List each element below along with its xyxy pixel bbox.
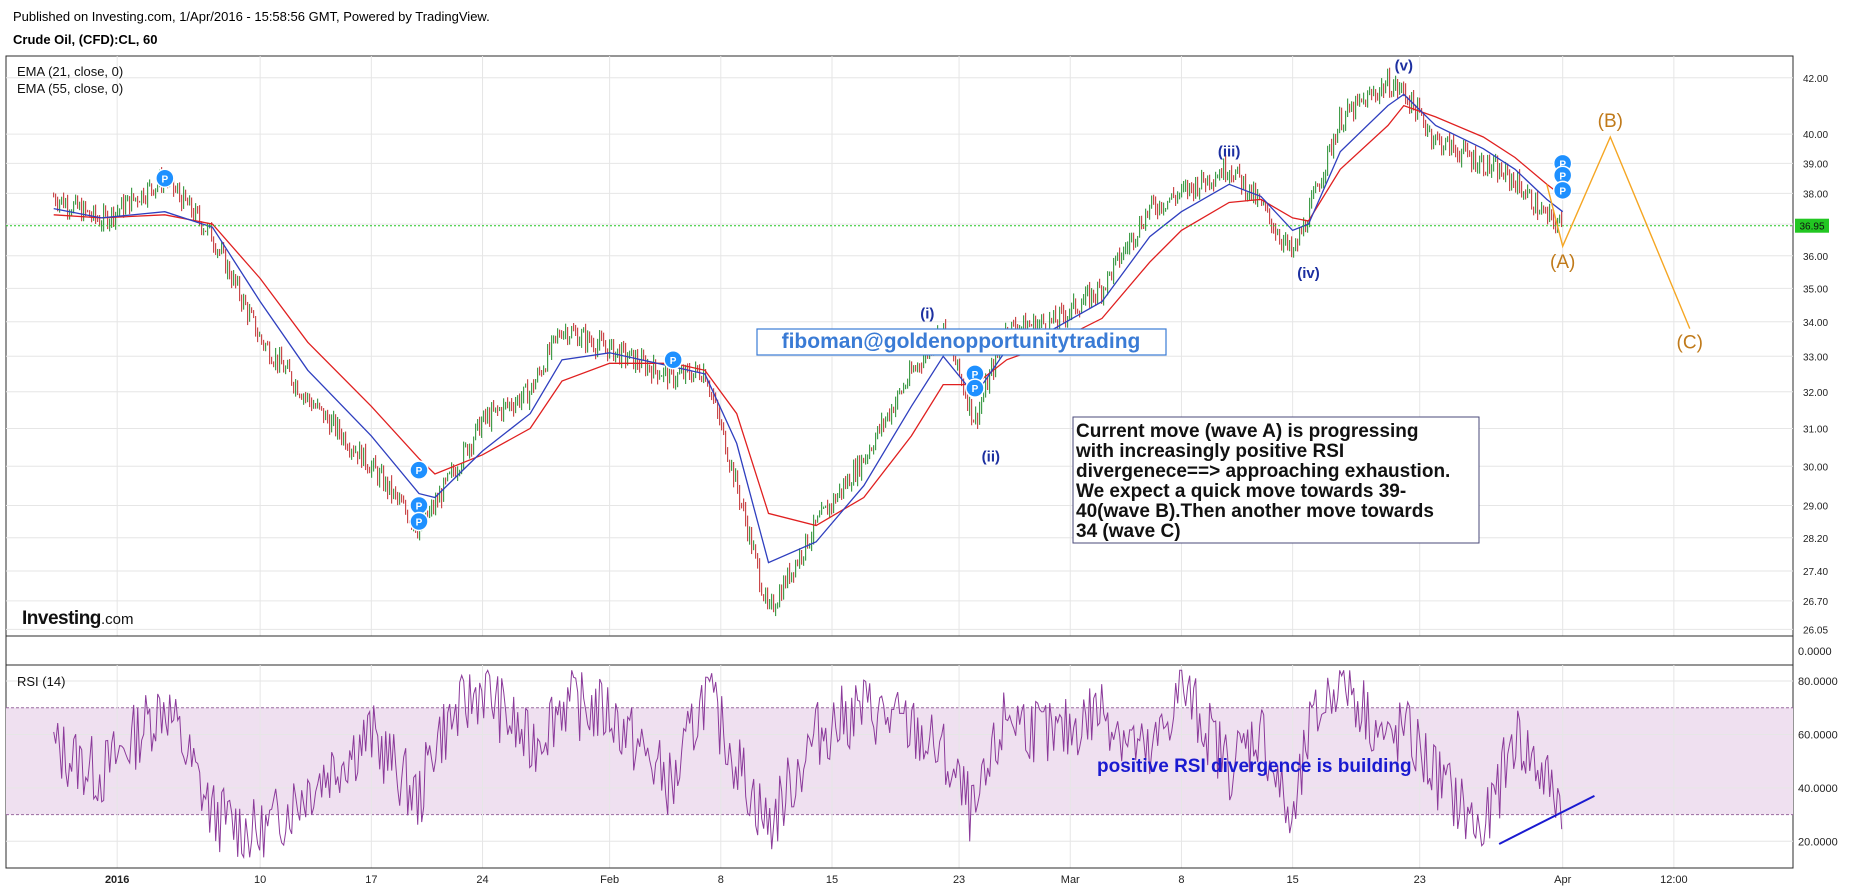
pivot-marker-icon[interactable]: P — [409, 460, 429, 480]
wave-label: (iii) — [1218, 143, 1241, 160]
commentary-line-2: with increasingly positive RSI — [1075, 441, 1344, 462]
pivot-marker-label: P — [1559, 186, 1566, 197]
rsi-tick-label: 40.0000 — [1798, 783, 1838, 795]
wave-label: (i) — [920, 306, 934, 323]
legend-rsi: RSI (14) — [17, 674, 65, 689]
pivot-marker-label: P — [416, 517, 423, 528]
commentary-line-1: Current move (wave A) is progressing — [1076, 421, 1418, 442]
wave-label: (ii) — [982, 449, 1000, 466]
price-tick-label: 27.40 — [1803, 567, 1828, 578]
legend-ema55: EMA (55, close, 0) — [17, 81, 123, 96]
price-tick-label: 38.00 — [1803, 189, 1828, 200]
time-tick-label: Mar — [1061, 874, 1080, 886]
wave-label: (v) — [1395, 58, 1413, 75]
rsi-tick-label: 60.0000 — [1798, 729, 1838, 741]
price-tick-label: 30.00 — [1803, 462, 1828, 473]
pivot-marker-icon[interactable]: P — [155, 168, 175, 189]
pivot-marker-icon[interactable]: P — [409, 511, 429, 532]
price-tick-label: 26.70 — [1803, 597, 1828, 608]
price-tick-label: 42.00 — [1803, 74, 1828, 85]
last-price-tag: 36.95 — [1795, 218, 1829, 233]
wave-label: (B) — [1598, 111, 1623, 132]
time-tick-label: 15 — [826, 874, 838, 886]
time-tick-label: 12:00 — [1660, 874, 1688, 886]
time-tick-label: 17 — [365, 874, 377, 886]
pivot-marker-icon[interactable]: P — [1552, 180, 1573, 201]
pivot-marker-label: P — [162, 174, 169, 185]
price-tick-label: 32.00 — [1803, 388, 1828, 399]
price-tick-label: 26.05 — [1803, 625, 1828, 636]
rsi-axis: 80.0000 60.0000 40.0000 20.0000 — [1798, 676, 1838, 848]
pivot-marker-icon[interactable]: P — [663, 350, 683, 370]
chart-canvas[interactable]: 42.0040.0039.0038.0037.0036.0035.0034.00… — [0, 0, 1851, 893]
time-axis: 2016 10 17 24 Feb 8 15 23 Mar 8 15 23 Apr 12:00 — [105, 874, 1688, 886]
pivot-marker-label: P — [416, 466, 423, 477]
time-tick-label: 10 — [254, 874, 266, 886]
investing-logo: Investing .com — [22, 608, 134, 629]
commentary-line-5: 40(wave B).Then another move towards — [1076, 501, 1434, 522]
price-tick-label: 33.00 — [1803, 352, 1828, 363]
time-tick-label: 8 — [718, 874, 724, 886]
price-tick-label: 36.00 — [1803, 252, 1828, 263]
chart-page: Published on Investing.com, 1/Apr/2016 -… — [0, 0, 1851, 893]
logo-suffix: .com — [101, 611, 134, 628]
legend-ema21: EMA (21, close, 0) — [17, 64, 123, 79]
pivot-marker-label: P — [670, 356, 677, 367]
price-axis: 42.0040.0039.0038.0037.0036.0035.0034.00… — [1803, 74, 1828, 637]
price-tick-label: 40.00 — [1803, 130, 1828, 141]
time-tick-label: 8 — [1178, 874, 1184, 886]
last-price-value: 36.95 — [1799, 222, 1824, 233]
price-tick-label: 31.00 — [1803, 424, 1828, 435]
rsi-tick-label: 20.0000 — [1798, 836, 1838, 848]
price-tick-label: 39.00 — [1803, 159, 1828, 170]
wave-label: (iv) — [1297, 265, 1320, 282]
time-tick-label: 24 — [476, 874, 488, 886]
watermark-text: fiboman@goldenopportunitytrading — [782, 330, 1141, 353]
time-tick-label: Apr — [1554, 874, 1571, 886]
pivot-marker-label: P — [416, 501, 423, 512]
rsi-divergence-note: positive RSI divergence is building — [1097, 756, 1412, 777]
time-tick-label: Feb — [600, 874, 619, 886]
logo-brand: Investing — [22, 608, 101, 629]
empty-indicator-pane — [5, 635, 1794, 666]
wave-label: (C) — [1677, 333, 1703, 354]
price-tick-label: 29.00 — [1803, 501, 1828, 512]
time-tick-label: 23 — [1414, 874, 1426, 886]
time-tick-label: 2016 — [105, 874, 129, 886]
time-tick-label: 23 — [953, 874, 965, 886]
price-tick-label: 35.00 — [1803, 284, 1828, 295]
commentary-line-4: We expect a quick move towards 39- — [1076, 481, 1406, 502]
commentary-line-6: 34 (wave C) — [1076, 521, 1181, 542]
wave-label: (A) — [1550, 252, 1575, 273]
commentary-line-3: divergenece==> approaching exhaustion. — [1076, 461, 1450, 482]
price-tick-label: 28.20 — [1803, 534, 1828, 545]
pivot-marker-icon[interactable]: P — [965, 378, 985, 398]
time-tick-label: 15 — [1287, 874, 1299, 886]
price-tick-label: 34.00 — [1803, 318, 1828, 329]
pivot-marker-label: P — [972, 384, 979, 395]
rsi-tick-label: 80.0000 — [1798, 676, 1838, 688]
empty-pane-tick: 0.0000 — [1798, 646, 1832, 658]
